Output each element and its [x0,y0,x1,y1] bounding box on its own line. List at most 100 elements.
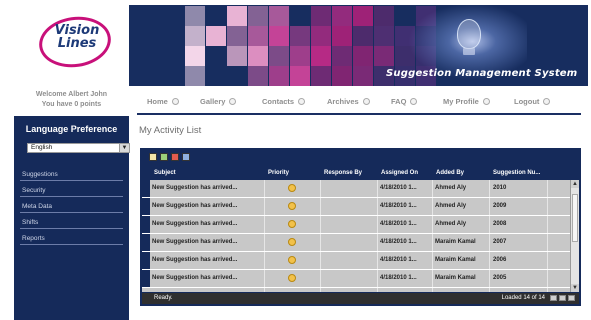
lightbulb-icon [457,19,481,49]
header: Vision Lines Suggestion Management Syste… [0,0,591,88]
sidebar-item-reports[interactable]: Reports [20,232,123,245]
row-selector[interactable] [142,216,150,233]
refresh-icon[interactable] [160,153,168,161]
banner-tile [185,6,205,26]
nav-home[interactable]: Home [147,97,179,106]
nav-home-label: Home [147,97,168,106]
page-next-icon[interactable] [559,295,566,301]
column-subject[interactable]: Subject [154,170,176,176]
grid-header: Subject Priority Response By Assigned On… [142,167,579,180]
nav-dot-icon [543,98,550,105]
banner-tile [332,46,352,66]
row-selector[interactable] [142,252,150,269]
export-icon[interactable] [171,153,179,161]
cell-subject: New Suggestion has arrived... [152,203,237,209]
grid-rows: New Suggestion has arrived... 4/18/2010 … [142,180,570,292]
column-assigned-on[interactable]: Assigned On [381,170,418,176]
banner-tile [311,6,331,26]
banner-tile [206,26,226,46]
column-added-by[interactable]: Added By [436,170,464,176]
nav-faq[interactable]: FAQ [391,97,417,106]
column-suggestion-number[interactable]: Suggestion Nu... [493,170,540,176]
lightbulb-base [463,48,475,55]
search-icon[interactable] [149,153,157,161]
banner-tile [374,46,394,66]
banner-tile [374,6,394,26]
priority-icon [288,220,296,228]
grid-scrollbar[interactable]: ▲ ▼ [570,180,579,292]
row-selector[interactable] [142,180,150,197]
loaded-count: Loaded 14 of 14 [502,295,545,301]
sidebar-item-meta-data[interactable]: Meta Data [20,200,123,213]
sidebar-item-shifts[interactable]: Shifts [20,216,123,229]
nav-logout[interactable]: Logout [514,97,550,106]
sidebar-item-suggestions[interactable]: Suggestions [20,168,123,181]
logo-text: Vision Lines [51,24,103,50]
column-response-by[interactable]: Response By [324,170,362,176]
cell-suggestion-number: 2007 [493,239,506,245]
table-row[interactable]: New Suggestion has arrived... 4/18/2010 … [142,270,570,288]
print-icon[interactable] [182,153,190,161]
nav-contacts[interactable]: Contacts [262,97,305,106]
banner-tile [374,26,394,46]
priority-icon [288,274,296,282]
banner-tile [353,66,373,86]
banner-title: Suggestion Management System [386,68,577,79]
banner-tile [290,26,310,46]
nav-gallery[interactable]: Gallery [200,97,236,106]
banner-tile [227,6,247,26]
table-row[interactable]: New Suggestion has arrived... 4/18/2010 … [142,252,570,270]
sidebar-item-security[interactable]: Security [20,184,123,197]
nav-dot-icon [410,98,417,105]
column-priority[interactable]: Priority [268,170,289,176]
nav-gallery-label: Gallery [200,97,225,106]
banner-tile [269,46,289,66]
nav-dot-icon [363,98,370,105]
scroll-thumb[interactable] [572,194,578,242]
language-select[interactable]: English ▼ [27,143,130,153]
cell-subject: New Suggestion has arrived... [152,239,237,245]
top-nav: Home Gallery Contacts Archives FAQ My Pr… [137,92,581,112]
banner-tile [227,46,247,66]
banner-tile [332,26,352,46]
nav-dot-icon [298,98,305,105]
page-first-icon[interactable] [550,295,557,301]
sidebar: Language Preference English ▼ Suggestion… [14,116,129,320]
page-last-icon[interactable] [568,295,575,301]
status-text: Ready. [154,295,173,301]
table-row[interactable]: New Suggestion has arrived... 4/18/2010 … [142,180,570,198]
banner-tile [353,46,373,66]
table-row[interactable]: New Suggestion has arrived... 4/18/2010 … [142,198,570,216]
scroll-down-icon[interactable]: ▼ [571,284,579,292]
nav-dot-icon [483,98,490,105]
row-selector[interactable] [142,270,150,287]
table-row[interactable]: New Suggestion has arrived... 4/18/2010 … [142,234,570,252]
grid-status-bar: Ready. Loaded 14 of 14 [142,293,579,304]
priority-icon [288,256,296,264]
banner-tile [353,6,373,26]
banner-tile [269,6,289,26]
nav-dot-icon [229,98,236,105]
banner-tile [332,6,352,26]
banner-tile [248,6,268,26]
banner-tile [269,66,289,86]
cell-added-by: Maraim Kamal [435,257,476,263]
logo[interactable]: Vision Lines [4,0,129,88]
row-selector[interactable] [142,198,150,215]
cell-added-by: Ahmed Aly [435,203,466,209]
table-row[interactable]: New Suggestion has arrived... 4/18/2010 … [142,216,570,234]
activity-grid: Subject Priority Response By Assigned On… [140,148,581,306]
cell-subject: New Suggestion has arrived... [152,275,237,281]
banner-tile [248,46,268,66]
cell-added-by: Maraim Kamal [435,275,476,281]
scroll-up-icon[interactable]: ▲ [571,180,579,188]
cell-assigned-on: 4/18/2010 1... [380,203,417,209]
row-selector[interactable] [142,234,150,251]
banner-tile [311,26,331,46]
cell-assigned-on: 4/18/2010 1... [380,275,417,281]
welcome-points: You have 0 points [14,100,129,110]
cell-added-by: Ahmed Aly [435,221,466,227]
chevron-down-icon[interactable]: ▼ [119,144,129,152]
nav-my-profile[interactable]: My Profile [443,97,490,106]
nav-archives[interactable]: Archives [327,97,370,106]
